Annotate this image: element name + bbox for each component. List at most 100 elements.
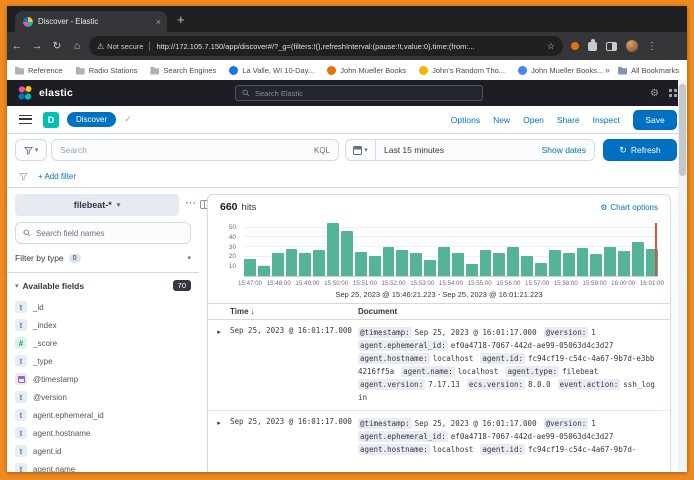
histogram-bar[interactable]	[369, 256, 381, 276]
field-item[interactable]: #_score	[15, 334, 199, 352]
field-item[interactable]: t_id	[15, 298, 199, 316]
new-link[interactable]: New	[493, 115, 510, 125]
field-item[interactable]: @timestamp	[15, 370, 199, 388]
save-button[interactable]: Save	[633, 110, 677, 130]
profile-avatar[interactable]	[626, 40, 638, 52]
index-options-icon[interactable]: ⋯	[185, 196, 196, 209]
browser-menu-icon[interactable]: ⋮	[647, 41, 657, 52]
filter-dropdown-button[interactable]: ▾	[15, 139, 47, 161]
field-item[interactable]: t@version	[15, 388, 199, 406]
histogram-bar[interactable]	[313, 250, 325, 276]
scrollbar-thumb[interactable]	[679, 84, 686, 176]
field-item[interactable]: tagent.id	[15, 442, 199, 460]
time-column-header[interactable]: Time↓	[230, 307, 358, 316]
chart-options-button[interactable]: ⚙ Chart options	[600, 203, 658, 212]
home-icon[interactable]: ⌂	[67, 40, 87, 52]
histogram-bar[interactable]	[341, 231, 353, 276]
query-language-label[interactable]: KQL	[314, 146, 330, 155]
side-panel-icon[interactable]	[606, 42, 617, 51]
histogram-bar[interactable]	[535, 263, 547, 276]
field-item[interactable]: tagent.hostname	[15, 424, 199, 442]
available-fields-header[interactable]: ▾ Available fields 70	[15, 280, 191, 291]
histogram-bar[interactable]	[507, 247, 519, 276]
extension-icon[interactable]	[571, 42, 579, 50]
apps-grid-icon[interactable]	[669, 89, 677, 97]
histogram-bar[interactable]	[549, 250, 561, 276]
histogram-bar[interactable]	[286, 249, 298, 276]
browser-tab[interactable]: Discover - Elastic ×	[15, 11, 167, 32]
histogram-bar[interactable]	[577, 248, 589, 276]
histogram-bar[interactable]	[383, 247, 395, 276]
histogram-bar[interactable]	[327, 223, 339, 276]
kql-search-input[interactable]	[60, 145, 308, 155]
index-pattern-selector[interactable]: filebeat-* ▾	[15, 194, 179, 216]
add-filter-button[interactable]: + Add filter	[38, 172, 76, 181]
histogram-bar[interactable]	[438, 247, 450, 276]
reload-icon[interactable]: ↻	[47, 40, 67, 52]
new-tab-button[interactable]: +	[177, 10, 185, 30]
accordion-caret-icon[interactable]: ▾	[15, 282, 19, 290]
deployment-gear-icon[interactable]: ⚙	[650, 88, 659, 99]
histogram-bar[interactable]	[632, 242, 644, 276]
bookmark-item[interactable]: La Valle, WI 10-Day...	[229, 66, 314, 75]
filter-by-type-row[interactable]: Filter by type 0 ▾	[15, 250, 191, 266]
expand-row-icon[interactable]: ▸	[208, 417, 230, 456]
histogram-bar[interactable]	[480, 250, 492, 276]
histogram-bar[interactable]	[452, 253, 464, 276]
histogram-bar[interactable]	[355, 252, 367, 276]
forward-icon[interactable]: →	[27, 40, 47, 52]
bookmark-star-icon[interactable]: ☆	[547, 41, 555, 52]
histogram-bar[interactable]	[272, 253, 284, 276]
all-bookmarks-button[interactable]: All Bookmarks	[618, 66, 679, 75]
histogram-bar[interactable]	[410, 253, 422, 276]
histogram-bar[interactable]	[618, 251, 630, 276]
inspect-link[interactable]: Inspect	[593, 115, 620, 125]
sort-descending-icon[interactable]: ↓	[251, 307, 255, 316]
bookmark-item[interactable]: John Mueller Books	[327, 66, 406, 75]
histogram-bar[interactable]	[466, 264, 478, 276]
scrollbar[interactable]	[678, 80, 687, 472]
field-item[interactable]: t_index	[15, 316, 199, 334]
address-bar[interactable]: ⚠ Not secure http://172.105.7.150/app/di…	[89, 36, 563, 56]
show-dates-link[interactable]: Show dates	[542, 145, 594, 155]
bookmarks-overflow-icon[interactable]: »	[605, 65, 610, 75]
tab-close-icon[interactable]: ×	[156, 17, 161, 27]
histogram-bar[interactable]	[424, 260, 436, 276]
bookmark-item[interactable]: Reference	[15, 66, 63, 75]
field-search-input[interactable]	[36, 229, 183, 238]
breadcrumb-discover[interactable]: Discover	[67, 112, 116, 127]
field-item[interactable]: tagent.ephemeral_id	[15, 406, 199, 424]
share-link[interactable]: Share	[557, 115, 580, 125]
not-secure-label[interactable]: Not secure	[107, 42, 143, 51]
bookmark-item[interactable]: John's Random Tho...	[419, 66, 505, 75]
histogram-bar[interactable]	[521, 256, 533, 276]
field-item[interactable]: tagent.name	[15, 460, 199, 472]
histogram-bar[interactable]	[604, 247, 616, 276]
bookmark-item[interactable]: Search Engines	[150, 66, 216, 75]
field-item[interactable]: t_type	[15, 352, 199, 370]
field-search-box[interactable]	[15, 222, 191, 244]
url-text[interactable]: http://172.105.7.150/app/discover#/?_g=(…	[156, 42, 541, 51]
histogram-bar[interactable]	[563, 253, 575, 276]
histogram-bar[interactable]	[396, 250, 408, 276]
histogram-bar[interactable]	[299, 253, 311, 276]
expand-row-icon[interactable]: ▸	[208, 326, 230, 404]
date-picker[interactable]: ▾ Last 15 minutes Show dates	[345, 139, 595, 161]
bookmark-item[interactable]: Radio Stations	[76, 66, 138, 75]
open-link[interactable]: Open	[523, 115, 544, 125]
histogram-bar[interactable]	[244, 259, 256, 276]
back-icon[interactable]: ←	[7, 40, 27, 52]
bookmark-item[interactable]: John Mueller Books...	[518, 66, 603, 75]
options-link[interactable]: Options	[451, 115, 480, 125]
global-search[interactable]	[235, 85, 483, 101]
time-range-value[interactable]: Last 15 minutes	[376, 145, 542, 155]
refresh-button[interactable]: ↻ Refresh	[603, 139, 677, 161]
hamburger-menu-icon[interactable]	[19, 115, 32, 124]
date-picker-calendar-button[interactable]: ▾	[346, 140, 376, 160]
table-row[interactable]: ▸Sep 25, 2023 @ 16:01:17.000@timestamp:S…	[208, 410, 670, 462]
kql-search-box[interactable]: KQL	[51, 139, 339, 161]
table-row[interactable]: ▸Sep 25, 2023 @ 16:01:17.000@timestamp:S…	[208, 320, 670, 410]
histogram-bar[interactable]	[590, 254, 602, 276]
histogram-bar[interactable]	[258, 266, 270, 276]
extensions-puzzle-icon[interactable]	[588, 42, 597, 51]
